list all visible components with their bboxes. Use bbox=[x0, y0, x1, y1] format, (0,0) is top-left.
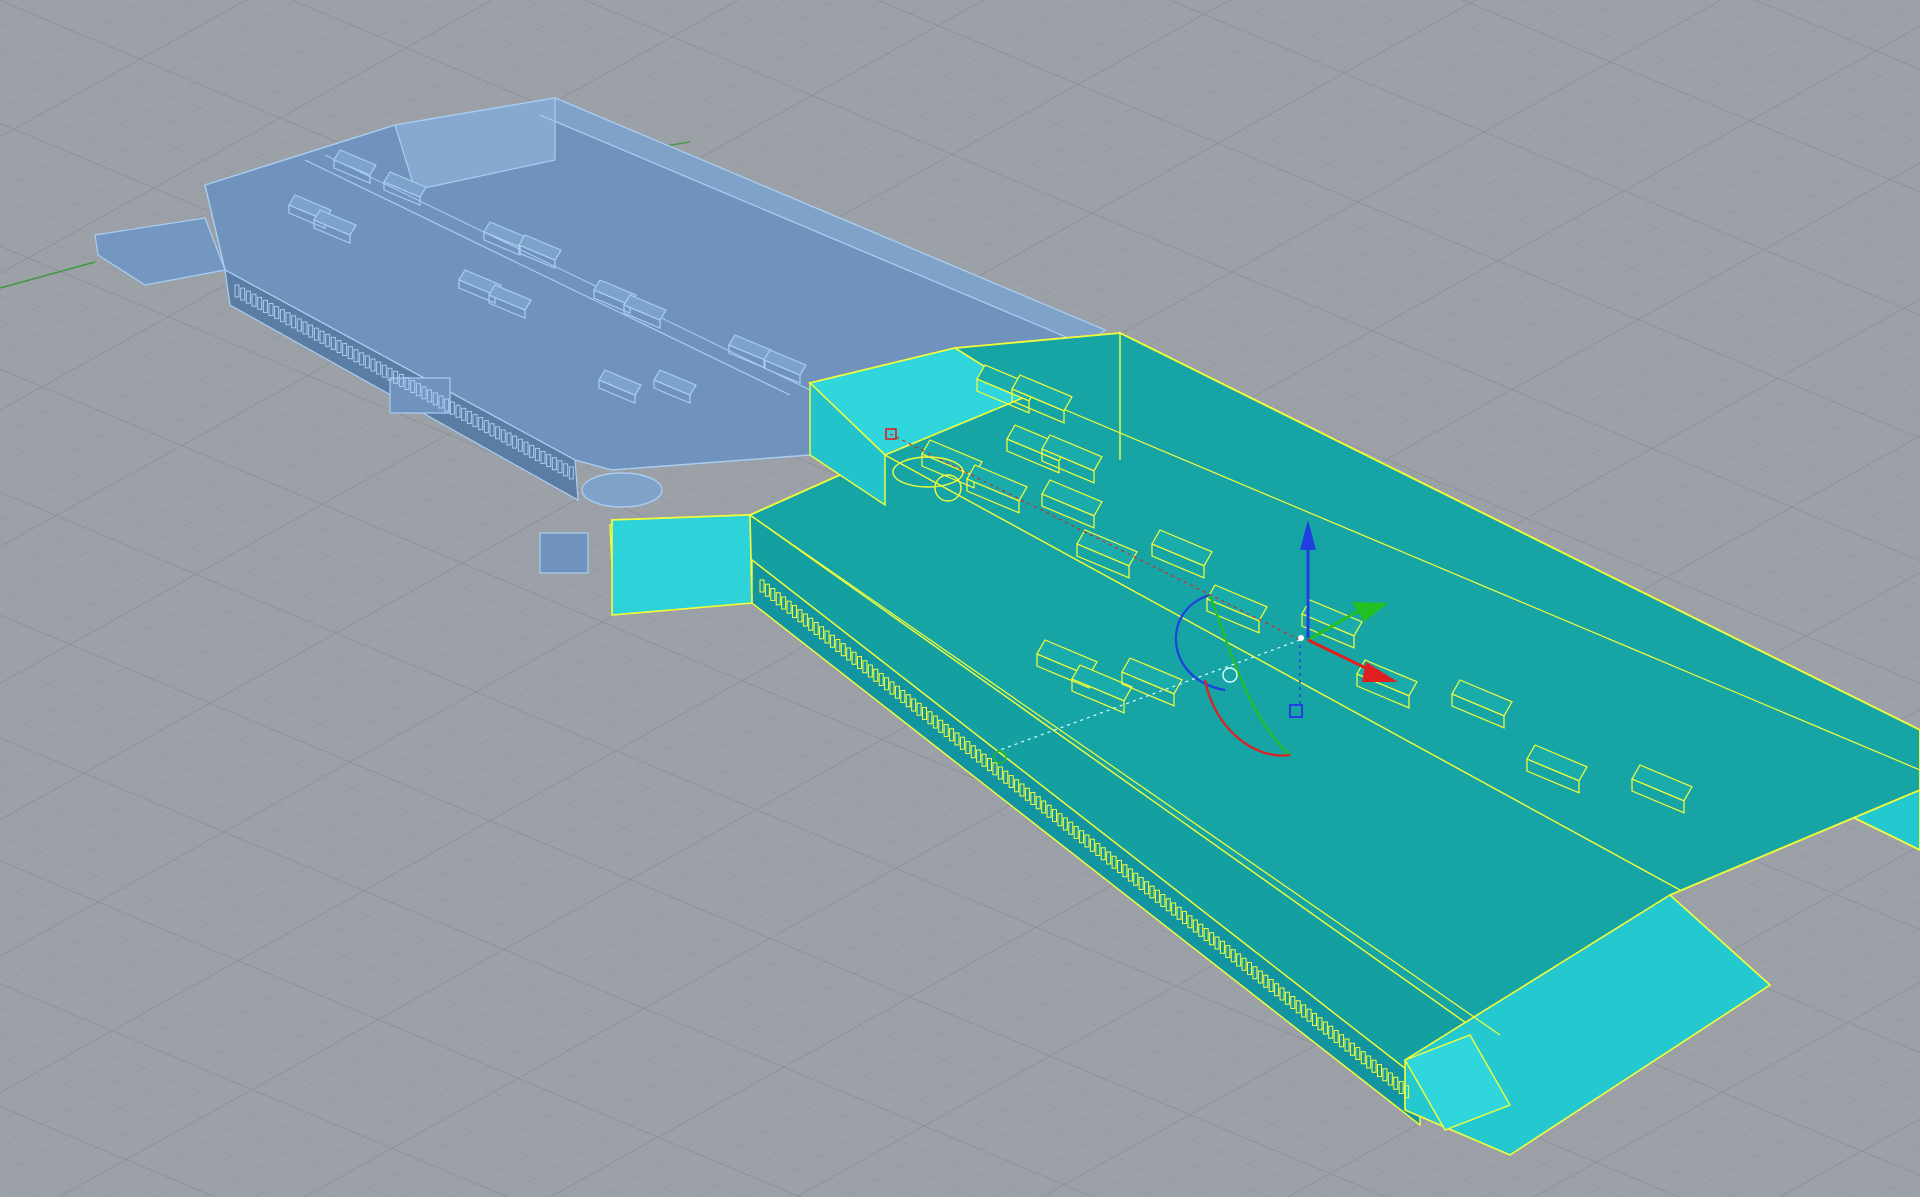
perspective-viewport[interactable] bbox=[0, 0, 1920, 1197]
gizmo-origin-point[interactable] bbox=[1298, 635, 1304, 641]
blue-round-tower[interactable] bbox=[581, 472, 663, 508]
viewport-canvas[interactable] bbox=[0, 0, 1920, 1197]
cyan-left-end-block[interactable] bbox=[611, 514, 753, 616]
blue-small-annex[interactable] bbox=[539, 532, 589, 574]
